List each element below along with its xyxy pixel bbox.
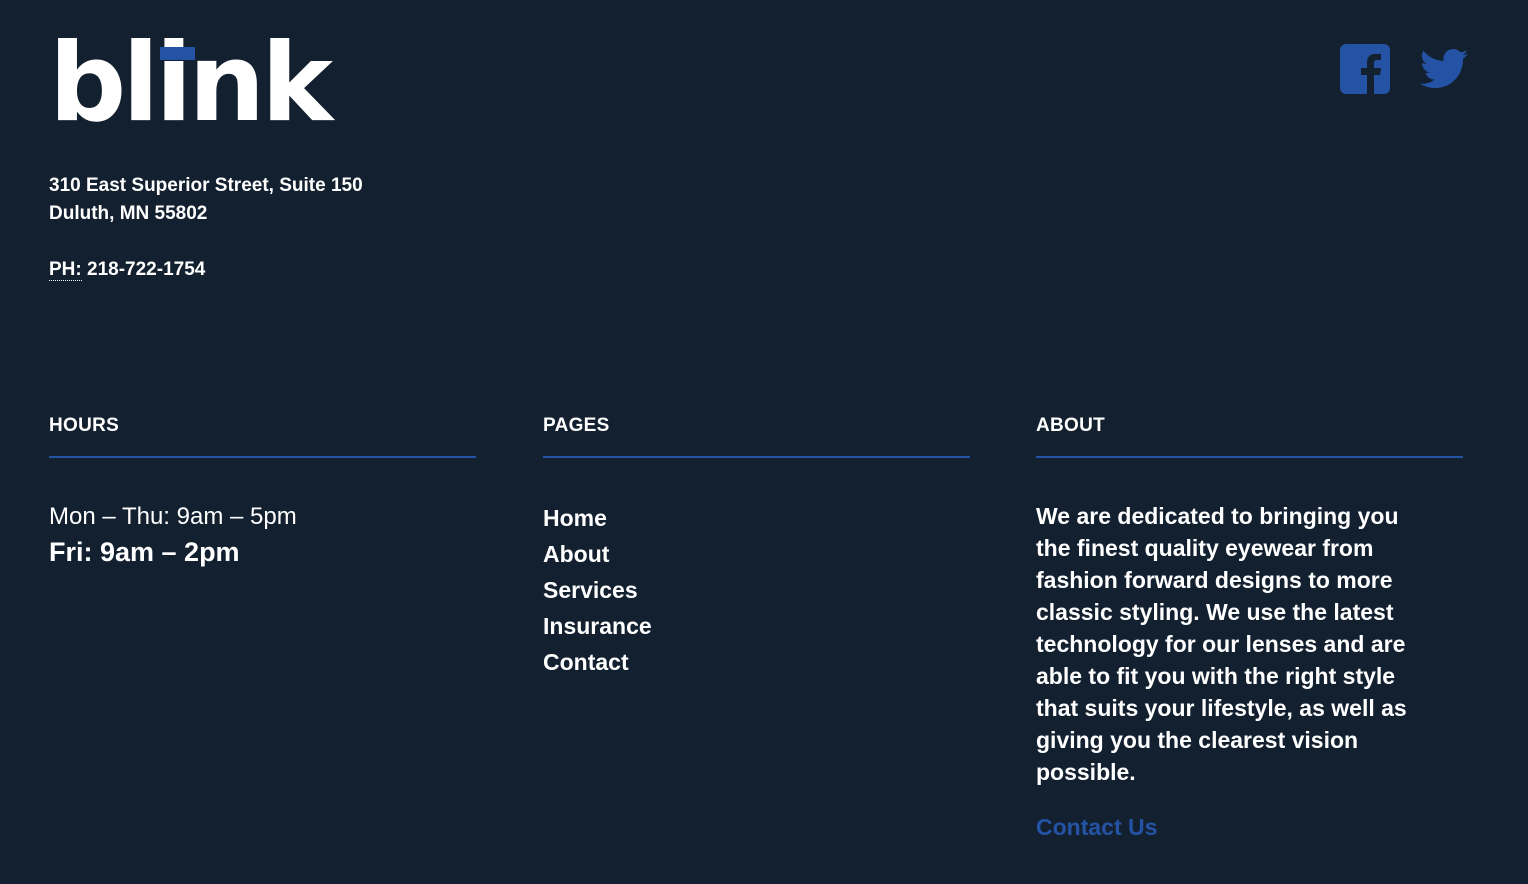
phone-number[interactable]: 218-722-1754 — [87, 259, 205, 280]
page-link-insurance[interactable]: Insurance — [543, 613, 652, 639]
social-links — [1340, 44, 1468, 99]
hours-weekdays: Mon – Thu: 9am – 5pm — [49, 503, 297, 530]
logo-accent-bar — [160, 47, 195, 60]
facebook-icon — [1340, 44, 1390, 94]
phone-label: PH: — [49, 259, 82, 281]
page-link-contact[interactable]: Contact — [543, 649, 629, 675]
pages-heading: PAGES — [543, 413, 970, 458]
pages-list: Home About Services Insurance Contact — [543, 500, 970, 680]
address-line-2: Duluth, MN 55802 — [49, 203, 208, 224]
facebook-link[interactable] — [1340, 44, 1390, 99]
address-line-1: 310 East Superior Street, Suite 150 — [49, 175, 363, 196]
hours-heading: HOURS — [49, 413, 476, 458]
blink-logo[interactable]: blink — [49, 30, 333, 138]
address: 310 East Superior Street, Suite 150 Dulu… — [49, 172, 363, 228]
page-link-home[interactable]: Home — [543, 505, 607, 531]
about-section: ABOUT We are dedicated to bringing you t… — [1036, 413, 1463, 841]
twitter-icon — [1420, 49, 1468, 88]
contact-us-link[interactable]: Contact Us — [1036, 814, 1463, 841]
phone: PH: 218-722-1754 — [49, 256, 205, 284]
hours-section: HOURS Mon – Thu: 9am – 5pm Fri: 9am – 2p… — [49, 413, 476, 570]
page-link-services[interactable]: Services — [543, 577, 638, 603]
hours-friday: Fri: 9am – 2pm — [49, 537, 240, 567]
about-heading: ABOUT — [1036, 413, 1463, 458]
pages-section: PAGES Home About Services Insurance Cont… — [543, 413, 970, 696]
about-text: We are dedicated to bringing you the fin… — [1036, 503, 1407, 785]
page-link-about[interactable]: About — [543, 541, 609, 567]
twitter-link[interactable] — [1420, 48, 1468, 95]
